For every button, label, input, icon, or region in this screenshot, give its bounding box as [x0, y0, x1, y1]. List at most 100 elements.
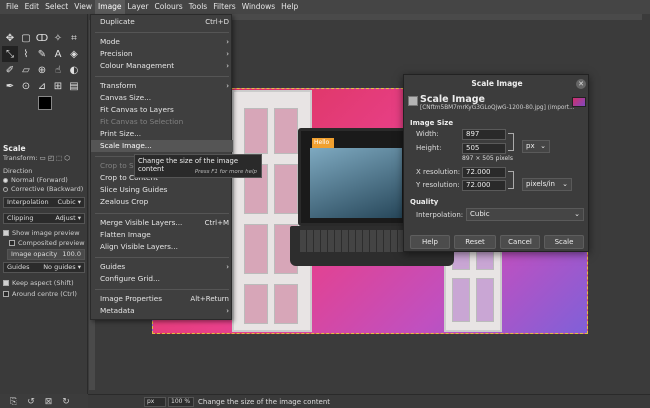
paths-icon[interactable]: ✎	[34, 46, 50, 62]
unit-select[interactable]: px	[144, 397, 166, 407]
menu-item-canvas-size[interactable]: Canvas Size...	[91, 92, 233, 104]
restore-icon[interactable]: ↺	[27, 397, 35, 407]
close-icon[interactable]: ✕	[576, 79, 586, 89]
checkbox-icon[interactable]	[3, 230, 9, 236]
window-glass	[244, 224, 268, 274]
width-label: Width:	[416, 130, 439, 138]
smudge-icon[interactable]: ☝	[50, 62, 66, 78]
menu-item-zealous-crop[interactable]: Zealous Crop	[91, 196, 233, 208]
pixel-dimensions: 897 × 505 pixels	[462, 155, 513, 162]
menu-item-metadata[interactable]: Metadata ›	[91, 305, 233, 317]
menu-colours[interactable]: Colours	[151, 0, 185, 14]
color-swatches[interactable]	[32, 96, 60, 124]
help-button[interactable]: Help	[410, 235, 450, 249]
menu-item-fit-layers[interactable]: Fit Canvas to Layers	[91, 104, 233, 116]
warp-icon[interactable]: ⌇	[18, 46, 34, 62]
checkbox-icon[interactable]	[9, 240, 15, 246]
menu-item-align-layers[interactable]: Align Visible Layers...	[91, 241, 233, 253]
chain-link-icon[interactable]	[508, 171, 514, 189]
delete-icon[interactable]: ⊠	[45, 397, 53, 407]
menu-item-flatten[interactable]: Flatten Image	[91, 229, 233, 241]
menu-separator	[95, 257, 229, 258]
menu-windows[interactable]: Windows	[239, 0, 278, 14]
menu-item-image-properties[interactable]: Image Properties Alt+Return	[91, 293, 233, 305]
x-resolution-input[interactable]: 72.000	[462, 167, 506, 178]
menu-image[interactable]: Image	[95, 0, 125, 14]
menu-tools[interactable]: Tools	[186, 0, 210, 14]
zoom-select[interactable]: 100 %	[168, 397, 194, 407]
chevron-down-icon: ⌄	[574, 210, 580, 218]
fuzzy-select-icon[interactable]: ✧	[50, 30, 66, 46]
direction-normal[interactable]: Normal (Forward)	[3, 176, 68, 184]
measure-icon[interactable]: ⊿	[34, 78, 50, 94]
around-centre-check[interactable]: Around centre (Ctrl)	[3, 290, 77, 298]
resolution-unit-select[interactable]: pixels/in ⌄	[522, 178, 572, 191]
menu-edit[interactable]: Edit	[22, 0, 43, 14]
radio-icon[interactable]	[3, 186, 8, 192]
text-tool-icon[interactable]: A	[50, 46, 66, 62]
menu-layer[interactable]: Layer	[125, 0, 152, 14]
chain-link-icon[interactable]	[508, 133, 514, 151]
zoom-icon[interactable]: ⊙	[18, 78, 34, 94]
dodge-icon[interactable]: ◐	[66, 62, 82, 78]
menu-item-precision[interactable]: Precision ›	[91, 48, 233, 60]
cancel-button[interactable]: Cancel	[500, 235, 540, 249]
fill-icon[interactable]: ◈	[66, 46, 82, 62]
opacity-slider[interactable]: Image opacity 100.0	[7, 249, 85, 260]
direction-corrective[interactable]: Corrective (Backward)	[3, 185, 83, 193]
y-resolution-input[interactable]: 72.000	[462, 180, 506, 191]
paintbrush-icon[interactable]: ✐	[2, 62, 18, 78]
menu-item-merge-visible[interactable]: Merge Visible Layers... Ctrl+M	[91, 217, 233, 229]
clipping-select[interactable]: Clipping Adjust ▾	[3, 213, 85, 224]
menu-item-configure-grid[interactable]: Configure Grid...	[91, 273, 233, 285]
y-resolution-label: Y resolution:	[416, 181, 460, 189]
size-unit-select[interactable]: px ⌄	[522, 140, 550, 153]
menu-item-duplicate[interactable]: Duplicate Ctrl+D	[91, 16, 233, 28]
radio-icon[interactable]	[3, 177, 8, 183]
menu-item-transform[interactable]: Transform ›	[91, 80, 233, 92]
show-preview-check[interactable]: Show image preview	[3, 229, 80, 237]
menu-select[interactable]: Select	[42, 0, 71, 14]
scale-tool-icon[interactable]: ⤡	[2, 46, 18, 62]
move-tool-icon[interactable]: ✥	[2, 30, 18, 46]
gradient-icon[interactable]: ▤	[66, 78, 82, 94]
interpolation-value: Cubic	[57, 198, 76, 206]
align-icon[interactable]: ⊞	[50, 78, 66, 94]
tool-options-title: Scale	[3, 144, 26, 153]
menu-item-scale-image[interactable]: Scale Image...	[91, 140, 233, 152]
hello-label: Hello	[312, 138, 334, 148]
menu-item-print-size[interactable]: Print Size...	[91, 128, 233, 140]
transform-mode-icons[interactable]: ▭ ◰ ⬚ ⬡	[40, 154, 70, 162]
menu-item-fit-selection[interactable]: Fit Canvas to Selection	[91, 116, 233, 128]
clone-icon[interactable]: ⊕	[34, 62, 50, 78]
interpolation-select[interactable]: Cubic ⌄	[466, 208, 584, 221]
color-picker-icon[interactable]: ✒	[2, 78, 18, 94]
menu-item-mode[interactable]: Mode ›	[91, 36, 233, 48]
reset-button[interactable]: Reset	[454, 235, 496, 249]
save-preset-icon[interactable]: ⎘	[10, 397, 17, 407]
keep-aspect-check[interactable]: Keep aspect (Shift)	[3, 279, 74, 287]
crop-icon[interactable]: ⌗	[66, 30, 82, 46]
menu-item-guides[interactable]: Guides ›	[91, 261, 233, 273]
menu-item-colour-management[interactable]: Colour Management ›	[91, 60, 233, 72]
menu-item-slice-guides[interactable]: Slice Using Guides	[91, 184, 233, 196]
guides-select[interactable]: Guides No guides ▾	[3, 262, 85, 273]
checkbox-icon[interactable]	[3, 291, 9, 297]
width-input[interactable]: 897	[462, 129, 506, 140]
interpolation-label: Interpolation	[7, 198, 49, 206]
image-thumbnail	[572, 97, 586, 107]
eraser-icon[interactable]: ▱	[18, 62, 34, 78]
height-input[interactable]: 505	[462, 143, 506, 154]
composited-preview-check[interactable]: Composited preview	[9, 239, 85, 247]
menu-filters[interactable]: Filters	[210, 0, 238, 14]
rect-select-icon[interactable]: ▢	[18, 30, 34, 46]
checkbox-icon[interactable]	[3, 280, 9, 286]
lasso-icon[interactable]: ↀ	[34, 30, 50, 46]
menu-help[interactable]: Help	[278, 0, 301, 14]
scale-button[interactable]: Scale	[544, 235, 584, 249]
interpolation-select[interactable]: Interpolation Cubic ▾	[3, 197, 85, 208]
foreground-color[interactable]	[38, 96, 52, 110]
reset-icon[interactable]: ↻	[62, 397, 70, 407]
menu-view[interactable]: View	[71, 0, 95, 14]
menu-file[interactable]: File	[3, 0, 22, 14]
